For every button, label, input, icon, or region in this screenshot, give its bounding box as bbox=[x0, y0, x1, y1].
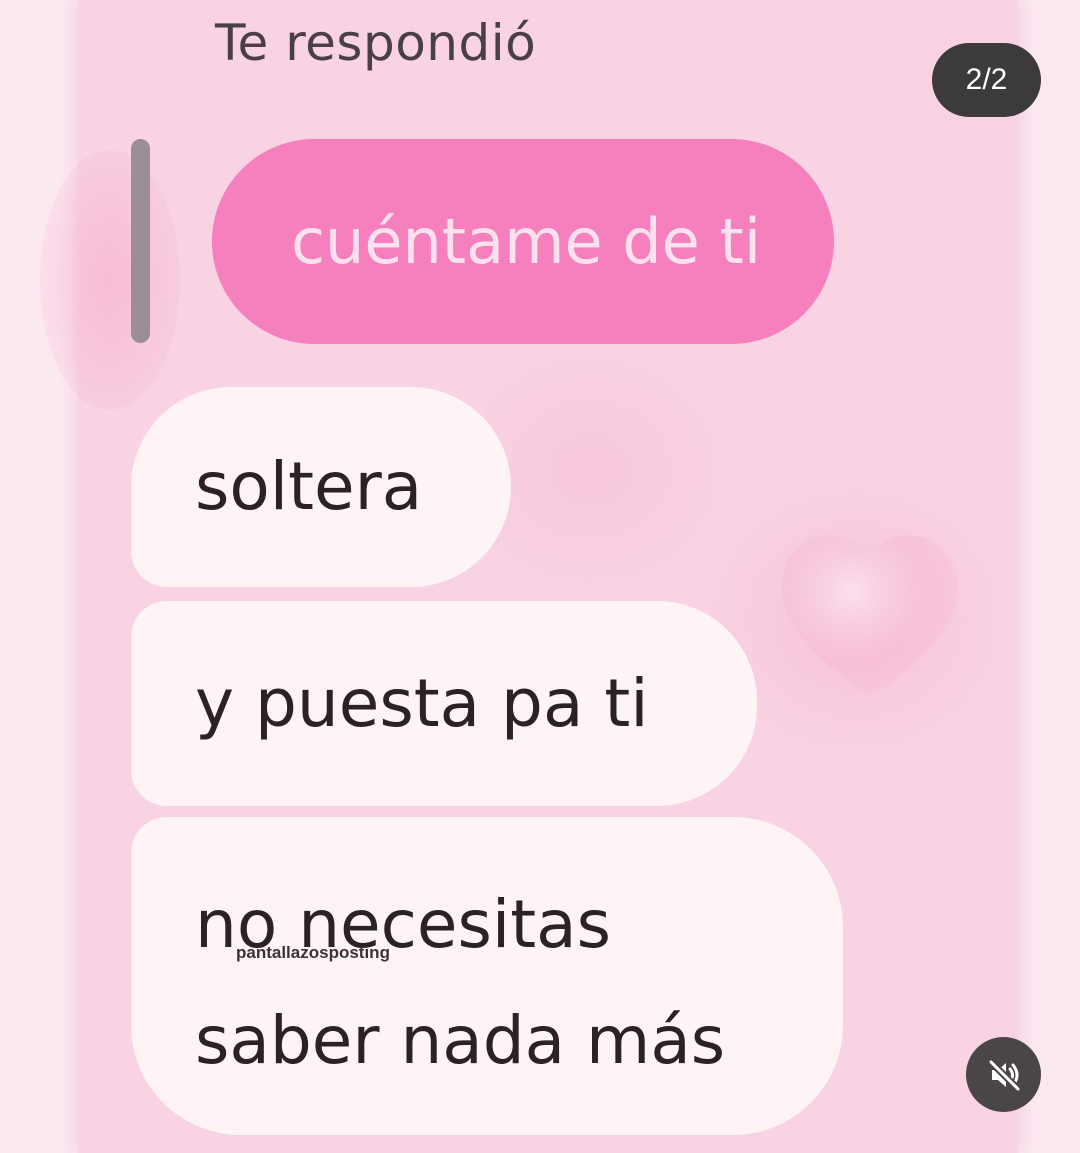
heart-decoration-icon bbox=[781, 535, 959, 699]
reply-indicator-bar bbox=[131, 139, 150, 343]
message-text: y puesta pa ti bbox=[195, 665, 649, 742]
message-text-line: saber nada más bbox=[195, 1002, 726, 1079]
mute-button[interactable] bbox=[966, 1037, 1041, 1112]
message-bubble: y puesta pa ti bbox=[131, 601, 757, 806]
message-text: soltera bbox=[195, 448, 423, 525]
story-counter-badge: 2/2 bbox=[932, 43, 1041, 117]
message-text-line: no necesitas bbox=[195, 886, 611, 963]
watermark: pantallazosposting bbox=[236, 943, 390, 962]
message-bubble: soltera bbox=[131, 387, 511, 587]
reply-header: Te respondió bbox=[215, 14, 537, 72]
background-glow bbox=[40, 150, 180, 410]
quoted-message-bubble: cuéntame de ti bbox=[212, 139, 834, 344]
speaker-muted-icon bbox=[987, 1058, 1021, 1092]
message-bubble: no necesitas saber nada más bbox=[131, 817, 843, 1135]
